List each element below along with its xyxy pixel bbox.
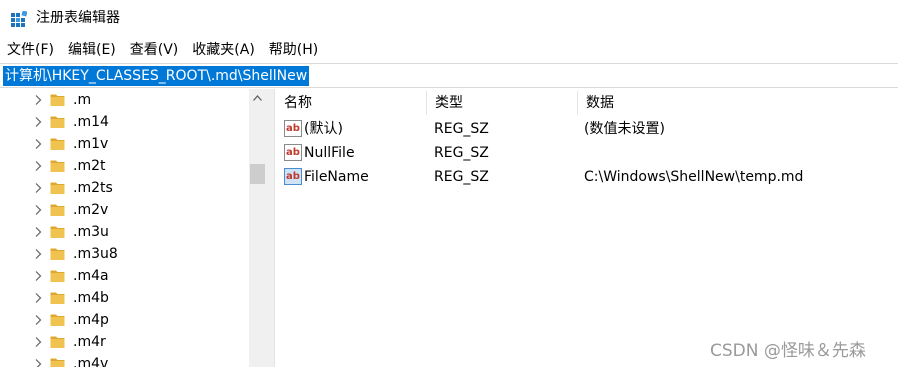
value-name: (默认): [304, 121, 343, 137]
tree-item-label: .m: [73, 92, 92, 108]
tree-item-label: .m4r: [73, 334, 106, 350]
value-name: FileName: [304, 169, 369, 185]
tree-scrollbar[interactable]: [249, 89, 266, 367]
tree-item[interactable]: .m2v: [0, 199, 249, 221]
svg-text:ab: ab: [286, 147, 300, 158]
menu-file[interactable]: 文件(F): [0, 38, 61, 62]
tree-item[interactable]: .m: [0, 89, 249, 111]
address-path[interactable]: 计算机\HKEY_CLASSES_ROOT\.md\ShellNew: [3, 66, 310, 86]
value-type: REG_SZ: [434, 169, 489, 185]
key-tree[interactable]: .m .m14 .m1v .m2t .m2ts .m2v .m3u .m3u8 .m4a .m4b…: [0, 89, 249, 367]
folder-icon: [50, 138, 65, 150]
folder-icon: [50, 160, 65, 172]
folder-icon: [50, 116, 65, 128]
chevron-right-icon[interactable]: [33, 270, 43, 282]
menu-view[interactable]: 查看(V): [123, 38, 186, 62]
folder-icon: [50, 314, 65, 326]
column-header-type[interactable]: 类型: [427, 89, 577, 116]
folder-icon: [50, 358, 65, 367]
chevron-right-icon[interactable]: [33, 358, 43, 367]
value-data: C:\Windows\ShellNew\temp.md: [584, 169, 804, 185]
chevron-right-icon[interactable]: [33, 94, 43, 106]
tree-item[interactable]: .m2ts: [0, 177, 249, 199]
scroll-thumb[interactable]: [250, 164, 265, 184]
tree-item[interactable]: .m2t: [0, 155, 249, 177]
chevron-right-icon[interactable]: [33, 292, 43, 304]
svg-text:ab: ab: [286, 171, 300, 182]
value-type: REG_SZ: [434, 121, 489, 137]
folder-icon: [50, 204, 65, 216]
window-title: 注册表编辑器: [36, 10, 120, 26]
tree-item-label: .m1v: [73, 136, 109, 152]
string-value-icon: ab: [284, 120, 302, 137]
folder-icon: [50, 270, 65, 282]
tree-item-label: .m3u: [73, 224, 109, 240]
tree-item[interactable]: .m3u8: [0, 243, 249, 265]
chevron-right-icon[interactable]: [33, 182, 43, 194]
string-value-icon: ab: [284, 168, 302, 185]
folder-icon: [50, 94, 65, 106]
address-bar[interactable]: 计算机\HKEY_CLASSES_ROOT\.md\ShellNew: [0, 63, 898, 88]
scroll-up-arrow-icon[interactable]: [253, 95, 262, 101]
chevron-right-icon[interactable]: [33, 314, 43, 326]
tree-item-label: .m3u8: [73, 246, 118, 262]
tree-item[interactable]: .m4r: [0, 331, 249, 353]
tree-item[interactable]: .m4p: [0, 309, 249, 331]
chevron-right-icon[interactable]: [33, 248, 43, 260]
chevron-right-icon[interactable]: [33, 336, 43, 348]
value-row[interactable]: ab FileName REG_SZ C:\Windows\ShellNew\temp…: [276, 165, 898, 189]
pane-splitter[interactable]: [266, 89, 275, 367]
value-name: NullFile: [304, 145, 355, 161]
tree-item-label: .m2t: [73, 158, 106, 174]
title-bar: 注册表编辑器: [0, 0, 898, 38]
value-data: (数值未设置): [584, 121, 665, 137]
tree-item[interactable]: .m3u: [0, 221, 249, 243]
value-row[interactable]: ab NullFile REG_SZ: [276, 141, 898, 165]
tree-item[interactable]: .m4v: [0, 353, 249, 367]
watermark: CSDN @怪味＆先森: [710, 341, 866, 361]
menu-edit[interactable]: 编辑(E): [61, 38, 123, 62]
tree-item-label: .m2v: [73, 202, 109, 218]
value-row[interactable]: ab (默认) REG_SZ (数值未设置): [276, 117, 898, 141]
tree-item[interactable]: .m14: [0, 111, 249, 133]
tree-item-label: .m4v: [73, 356, 109, 367]
folder-icon: [50, 248, 65, 260]
list-header: 名称 类型 数据: [276, 89, 898, 116]
tree-item-label: .m4b: [73, 290, 109, 306]
registry-editor-icon: [11, 11, 27, 27]
tree-item-label: .m4p: [73, 312, 109, 328]
string-value-icon: ab: [284, 144, 302, 161]
value-type: REG_SZ: [434, 145, 489, 161]
chevron-right-icon[interactable]: [33, 226, 43, 238]
tree-item-label: .m4a: [73, 268, 109, 284]
tree-item-label: .m2ts: [73, 180, 113, 196]
tree-item[interactable]: .m1v: [0, 133, 249, 155]
menu-favorites[interactable]: 收藏夹(A): [185, 38, 262, 62]
folder-icon: [50, 182, 65, 194]
chevron-right-icon[interactable]: [33, 116, 43, 128]
chevron-right-icon[interactable]: [33, 138, 43, 150]
tree-item-label: .m14: [73, 114, 109, 130]
tree-item[interactable]: .m4b: [0, 287, 249, 309]
folder-icon: [50, 336, 65, 348]
folder-icon: [50, 292, 65, 304]
column-header-name[interactable]: 名称: [276, 89, 426, 116]
folder-icon: [50, 226, 65, 238]
value-list[interactable]: 名称 类型 数据 ab (默认) REG_SZ (数值未设置) ab NullFile RE…: [276, 89, 898, 367]
svg-text:ab: ab: [286, 123, 300, 134]
menu-bar: 文件(F) 编辑(E) 查看(V) 收藏夹(A) 帮助(H): [0, 38, 898, 62]
chevron-right-icon[interactable]: [33, 204, 43, 216]
column-header-data[interactable]: 数据: [578, 89, 878, 116]
tree-item[interactable]: .m4a: [0, 265, 249, 287]
menu-help[interactable]: 帮助(H): [262, 38, 325, 62]
chevron-right-icon[interactable]: [33, 160, 43, 172]
